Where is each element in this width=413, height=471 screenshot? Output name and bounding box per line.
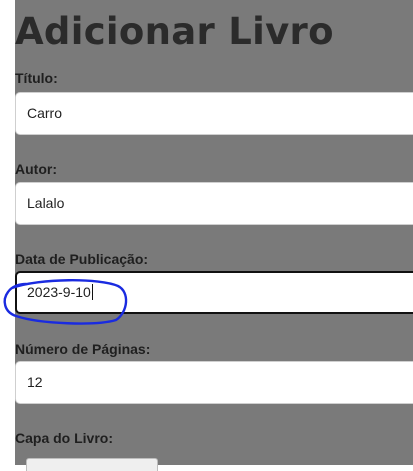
publication-date-input-value: 2023-9-10 — [27, 284, 91, 300]
text-caret — [91, 284, 93, 300]
page-title: Adicionar Livro — [15, 10, 334, 53]
author-label: Autor: — [15, 161, 57, 177]
author-input[interactable]: Lalalo — [15, 182, 413, 225]
title-input[interactable]: Carro — [15, 92, 413, 135]
page-count-input[interactable]: 12 — [15, 361, 413, 404]
page-count-input-value: 12 — [27, 374, 43, 390]
title-input-value: Carro — [27, 105, 63, 121]
title-label: Título: — [15, 70, 58, 86]
cover-label: Capa do Livro: — [15, 430, 114, 446]
publication-date-label: Data de Publicação: — [15, 251, 149, 267]
author-input-value: Lalalo — [27, 195, 65, 211]
publication-date-input[interactable]: 2023-9-10 — [15, 271, 413, 314]
page-count-label: Número de Páginas: — [15, 341, 151, 357]
